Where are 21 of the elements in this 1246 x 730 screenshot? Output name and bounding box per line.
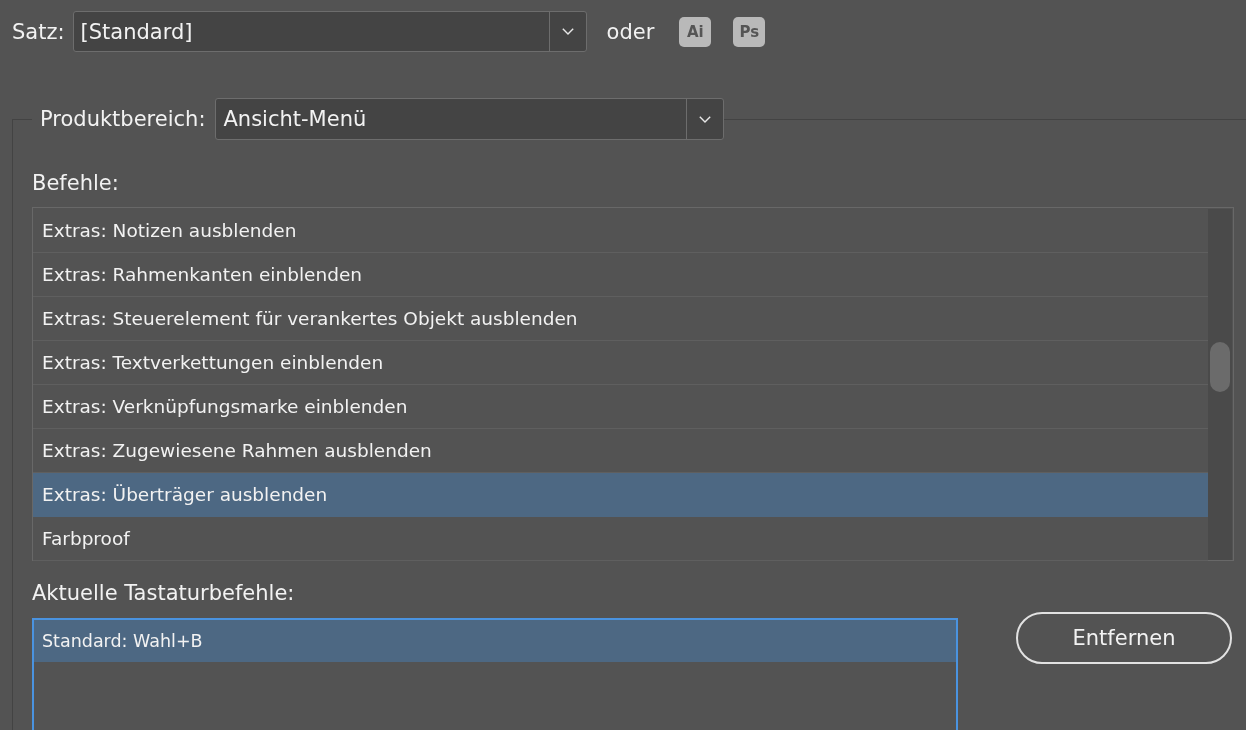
command-item[interactable]: Extras: Rahmenkanten einblenden	[33, 253, 1208, 297]
separator-text: oder	[606, 18, 655, 45]
scrollbar-thumb[interactable]	[1210, 342, 1230, 392]
command-item[interactable]: Extras: Überträger ausblenden	[33, 473, 1208, 517]
current-shortcuts-label: Aktuelle Tastaturbefehle:	[32, 581, 295, 605]
command-item[interactable]: Extras: Steuerelement für verankertes Objekt ausblenden	[33, 297, 1208, 341]
chevron-down-icon	[699, 115, 712, 123]
shortcut-item[interactable]: Standard: Wahl+B	[34, 620, 956, 662]
command-item[interactable]: Extras: Textverkettungen einblenden	[33, 341, 1208, 385]
chevron-down-icon	[561, 28, 574, 35]
remove-button[interactable]: Entfernen	[1016, 612, 1232, 664]
product-area-label: Produktbereich:	[40, 106, 206, 132]
set-label: Satz:	[12, 18, 65, 45]
command-item[interactable]: Extras: Verknüpfungsmarke einblenden	[33, 385, 1208, 429]
app-button[interactable]: Ps	[733, 16, 766, 47]
command-item[interactable]: Extras: Notizen ausblenden	[33, 209, 1208, 253]
app-button[interactable]: Ai	[679, 16, 712, 47]
commands-label: Befehle:	[32, 171, 119, 195]
command-item[interactable]: Farbproof	[33, 517, 1208, 561]
product-area-dropdown[interactable]: Ansicht-Menü	[215, 98, 725, 140]
set-dropdown[interactable]: [Standard]	[72, 11, 587, 52]
